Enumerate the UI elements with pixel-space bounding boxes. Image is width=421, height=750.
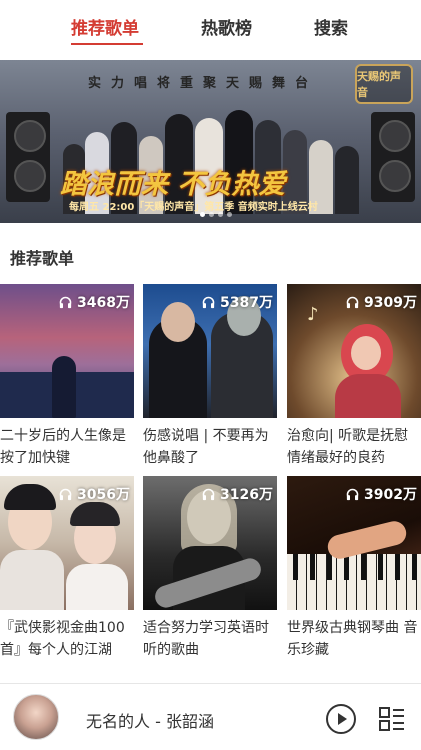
promo-banner[interactable]: 实力唱将重聚天赐舞台 天赐的声音 踏浪而来 不负热爱 每周五 22:00「天赐的…	[0, 60, 421, 223]
playlist-cover: 5387万	[143, 284, 277, 418]
tab-recommended-playlists[interactable]: 推荐歌单	[71, 14, 139, 39]
headphones-icon	[202, 296, 215, 308]
tab-search[interactable]: 搜索	[314, 14, 348, 39]
playlist-card[interactable]: 3468万 二十岁后的人生像是按了加快键	[0, 284, 134, 469]
playlist-title: 二十岁后的人生像是按了加快键	[0, 428, 126, 466]
headphones-icon	[59, 296, 72, 308]
headphones-icon	[346, 296, 359, 308]
playlist-cover: 3902万	[287, 476, 421, 610]
playlist-card[interactable]: ♪ 9309万 治愈向| 听歌是抚慰情绪最好的良药	[287, 284, 421, 469]
playlist-title: 『武侠影视金曲100首』每个人的江湖	[0, 620, 125, 658]
banner-dot[interactable]	[209, 212, 214, 217]
headphones-icon	[59, 488, 72, 500]
playlist-title: 适合努力学习英语时听的歌曲	[143, 620, 269, 658]
playlist-cover: 3468万	[0, 284, 134, 418]
play-count: 9309万	[345, 292, 417, 312]
playlist-card[interactable]: 3056万 『武侠影视金曲100首』每个人的江湖	[0, 476, 134, 661]
banner-dot[interactable]	[227, 212, 232, 217]
banner-dot[interactable]	[218, 212, 223, 217]
playlist-cover: 3126万	[143, 476, 277, 610]
speaker-right-graphic	[371, 112, 415, 202]
banner-caption: 每周五 22:00「天赐的声音」第五季 音频实时上线云村	[69, 202, 318, 213]
banner-logo: 天赐的声音	[355, 64, 413, 104]
play-count-value: 3126万	[220, 487, 273, 503]
playlist-title: 世界级古典钢琴曲 音乐珍藏	[287, 620, 418, 658]
album-avatar[interactable]	[13, 694, 59, 740]
active-tab-indicator	[71, 43, 143, 45]
play-count-value: 3468万	[77, 295, 130, 311]
play-count: 3902万	[345, 484, 417, 504]
playlist-card[interactable]: 3126万 适合努力学习英语时听的歌曲	[143, 476, 277, 661]
top-tab-bar: 推荐歌单 热歌榜 搜索	[0, 0, 421, 52]
play-count: 3056万	[58, 484, 130, 504]
mini-player[interactable]: 无名的人 - 张韶涵	[0, 683, 421, 750]
playlist-title: 伤感说唱 | 不要再为他鼻酸了	[143, 428, 269, 466]
headphones-icon	[346, 488, 359, 500]
banner-headline: 踏浪而来 不负热爱	[60, 169, 286, 200]
play-count: 3126万	[201, 484, 273, 504]
play-count-value: 3902万	[364, 487, 417, 503]
now-playing-song[interactable]: 无名的人 - 张韶涵	[86, 708, 214, 732]
play-count-value: 5387万	[220, 295, 273, 311]
play-count-value: 9309万	[364, 295, 417, 311]
play-count: 3468万	[58, 292, 130, 312]
banner-dot-active[interactable]	[200, 212, 205, 217]
play-circle-icon[interactable]	[325, 703, 357, 735]
speaker-left-graphic	[6, 112, 50, 202]
tab-hot-songs[interactable]: 热歌榜	[201, 14, 252, 39]
banner-top-text: 实力唱将重聚天赐舞台	[88, 76, 319, 91]
playlist-cover: ♪ 9309万	[287, 284, 421, 418]
headphones-icon	[202, 488, 215, 500]
playlist-title: 治愈向| 听歌是抚慰情绪最好的良药	[287, 428, 409, 466]
playlist-card[interactable]: 3902万 世界级古典钢琴曲 音乐珍藏	[287, 476, 421, 661]
play-count-value: 3056万	[77, 487, 130, 503]
playlist-cover: 3056万	[0, 476, 134, 610]
playlist-card[interactable]: 5387万 伤感说唱 | 不要再为他鼻酸了	[143, 284, 277, 469]
playlist-icon[interactable]	[378, 705, 406, 733]
section-title: 推荐歌单	[10, 249, 75, 268]
banner-pagination	[200, 212, 232, 217]
play-count: 5387万	[201, 292, 273, 312]
